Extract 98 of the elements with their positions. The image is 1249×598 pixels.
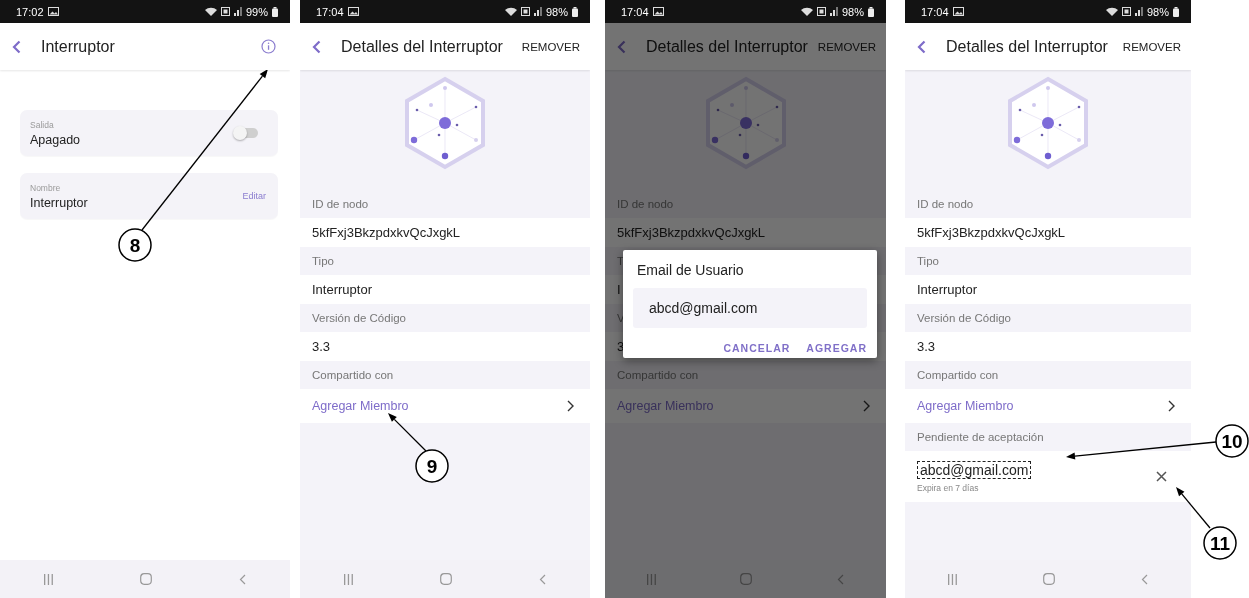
remove-button[interactable]: REMOVER xyxy=(521,36,580,57)
field-label: Tipo xyxy=(917,255,939,267)
battery-icon xyxy=(572,6,578,17)
field-value: Interruptor xyxy=(312,282,372,297)
card-value: Interruptor xyxy=(30,195,89,210)
remove-button[interactable]: REMOVER xyxy=(817,36,876,57)
image-icon xyxy=(952,7,964,16)
field-label: ID de nodo xyxy=(917,198,974,210)
field-label: Compartido con xyxy=(617,369,699,381)
toggle-switch[interactable] xyxy=(236,128,258,138)
field-value: 3.3 xyxy=(917,339,936,354)
battery-icon xyxy=(868,6,874,17)
field-label: Pendiente de aceptación xyxy=(917,431,1044,443)
square-status-icon xyxy=(1121,7,1131,16)
close-button[interactable] xyxy=(1156,471,1167,482)
recent-apps-icon[interactable] xyxy=(343,573,353,585)
field-value: Interruptor xyxy=(917,282,977,297)
field-label: Versión de Código xyxy=(312,312,406,324)
screen-title: Interruptor xyxy=(41,37,116,56)
screen-title: Detalles del Interruptor xyxy=(341,37,504,56)
wifi-icon xyxy=(1105,7,1118,16)
wifi-icon xyxy=(504,7,517,16)
step-marker: 9 xyxy=(415,449,449,483)
add-member-row[interactable]: Agregar Miembro xyxy=(905,389,1191,423)
home-icon[interactable] xyxy=(740,573,753,585)
field-label: Versión de Código xyxy=(917,312,1011,324)
callout-arrow xyxy=(388,413,427,452)
image-icon xyxy=(47,7,59,16)
add-member-link[interactable]: Agregar Miembro xyxy=(617,399,863,413)
chevron-right-icon xyxy=(567,400,574,412)
card-value: Apagado xyxy=(30,132,82,147)
dialog-button[interactable]: CANCELAR xyxy=(723,340,791,356)
add-member-link[interactable]: Agregar Miembro xyxy=(312,399,567,413)
signal-icon xyxy=(533,7,542,16)
add-member-row[interactable]: Agregar Miembro xyxy=(300,389,590,423)
callout-arrow xyxy=(1176,487,1211,529)
dialog-title: Email de Usuario xyxy=(636,262,744,278)
home-icon[interactable] xyxy=(1043,573,1055,585)
edit-link[interactable]: Editar xyxy=(240,189,268,203)
screen-title: Detalles del Interruptor xyxy=(946,37,1109,56)
battery-icon xyxy=(272,6,278,17)
recent-apps-icon[interactable] xyxy=(647,573,657,585)
battery-level: 98% xyxy=(545,5,568,18)
recent-apps-icon[interactable] xyxy=(948,573,957,585)
info-icon[interactable] xyxy=(261,39,276,54)
card-label: Salida xyxy=(30,119,55,130)
signal-icon xyxy=(829,7,838,16)
status-time: 17:04 xyxy=(316,5,344,18)
screen-title: Detalles del Interruptor xyxy=(646,37,809,56)
image-icon xyxy=(347,7,359,16)
back-icon[interactable] xyxy=(12,39,21,54)
field-label: ID de nodo xyxy=(312,198,369,210)
status-time: 17:04 xyxy=(921,5,949,18)
wifi-icon xyxy=(204,7,217,16)
back-nav-icon[interactable] xyxy=(1141,573,1148,585)
chevron-right-icon xyxy=(1168,400,1175,412)
battery-level: 98% xyxy=(841,5,864,18)
step-marker: 8 xyxy=(118,228,152,262)
field-label: Compartido con xyxy=(312,369,394,381)
wifi-icon xyxy=(800,7,813,16)
field-value: 3.3 xyxy=(312,339,331,354)
chevron-right-icon xyxy=(863,400,870,412)
add-member-link[interactable]: Agregar Miembro xyxy=(917,399,1168,413)
field-value: 5kfFxj3BkzpdxkvQcJxgkL xyxy=(917,225,1066,240)
field-label: Tipo xyxy=(312,255,334,267)
field-value: 5kfFxj3BkzpdxkvQcJxgkL xyxy=(617,225,766,240)
square-status-icon xyxy=(816,7,826,16)
field-value: I xyxy=(617,282,621,297)
back-nav-icon[interactable] xyxy=(239,573,247,585)
back-nav-icon[interactable] xyxy=(539,573,547,585)
signal-icon xyxy=(233,7,242,16)
battery-level: 99% xyxy=(245,5,268,18)
field-value: 5kfFxj3BkzpdxkvQcJxgkL xyxy=(312,225,461,240)
square-status-icon xyxy=(220,7,230,16)
battery-level: 98% xyxy=(1146,5,1169,18)
add-member-row[interactable]: Agregar Miembro xyxy=(605,389,886,423)
step-marker: 10 xyxy=(1215,424,1249,458)
step-marker: 11 xyxy=(1203,526,1237,560)
back-icon[interactable] xyxy=(312,39,321,54)
dialog-button[interactable]: AGREGAR xyxy=(806,340,867,356)
email-input-field[interactable]: abcd@gmail.com xyxy=(633,288,867,328)
field-label: Compartido con xyxy=(917,369,999,381)
expiry-note: Expira en 7 días xyxy=(917,482,979,493)
image-icon xyxy=(652,7,664,16)
recent-apps-icon[interactable] xyxy=(43,573,53,585)
status-time: 17:04 xyxy=(621,5,649,18)
square-status-icon xyxy=(520,7,530,16)
home-icon[interactable] xyxy=(140,573,152,585)
remove-button[interactable]: REMOVER xyxy=(1122,36,1181,57)
signal-icon xyxy=(1134,7,1143,16)
card-label: Nombre xyxy=(30,182,62,193)
home-icon[interactable] xyxy=(440,573,452,585)
back-icon[interactable] xyxy=(617,39,626,54)
battery-icon xyxy=(1173,6,1179,17)
back-icon[interactable] xyxy=(917,39,926,54)
status-time: 17:02 xyxy=(16,5,44,18)
member-email: abcd@gmail.com xyxy=(917,460,1032,479)
back-nav-icon[interactable] xyxy=(836,573,844,585)
